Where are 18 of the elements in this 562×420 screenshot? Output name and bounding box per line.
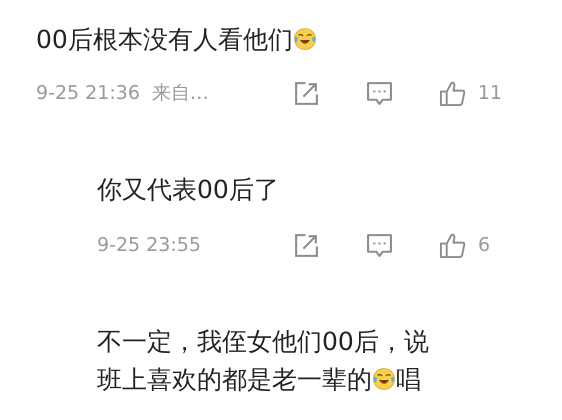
like-count: 11	[478, 82, 502, 104]
laughing-emoji-icon	[372, 367, 396, 391]
comment-text: 00后根本没有人看他们	[36, 25, 293, 54]
comment-icon[interactable]	[366, 232, 393, 258]
share-icon[interactable]	[293, 232, 320, 258]
comment-icon[interactable]	[366, 80, 393, 106]
comment-text: 班上喜欢的都是老一辈的	[97, 365, 372, 394]
comment-text: 不一定，我侄女他们00后，说	[97, 327, 429, 356]
comment-source: 来自…	[152, 81, 209, 106]
comment-time: 9-25 21:36	[36, 82, 140, 104]
comment-time: 9-25 23:55	[97, 234, 201, 256]
share-icon[interactable]	[292, 80, 320, 106]
comment-text: 唱	[396, 365, 421, 394]
like-count: 6	[478, 234, 492, 256]
thumbs-up-icon[interactable]	[438, 80, 466, 106]
laughing-emoji-icon	[292, 27, 317, 51]
comment-text: 你又代表00后了	[97, 175, 279, 204]
thumbs-up-icon[interactable]	[439, 232, 466, 258]
